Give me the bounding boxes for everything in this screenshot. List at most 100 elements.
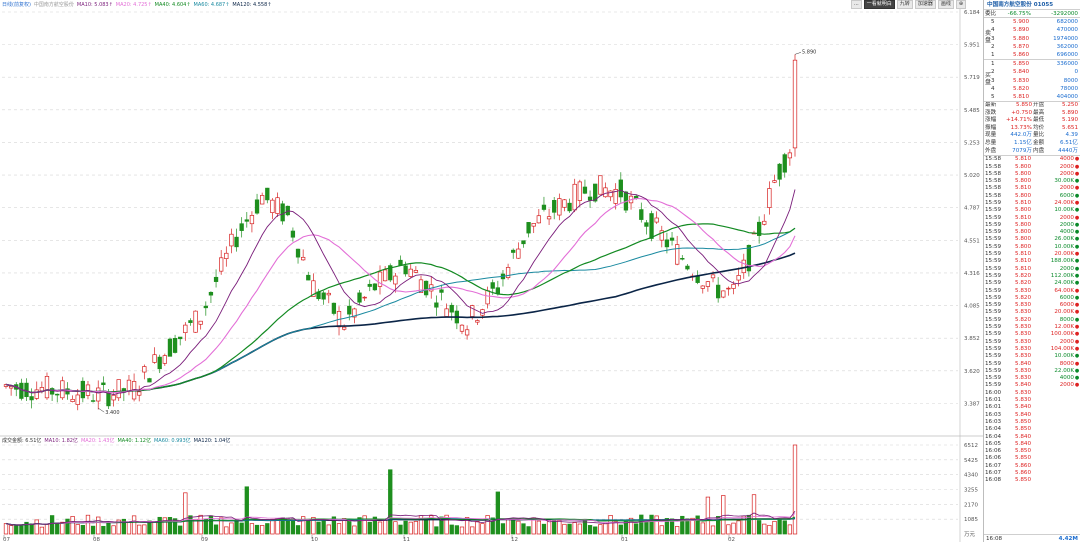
candle-body — [44, 376, 50, 399]
kline-chart-area[interactable]: 6.184 5.951 5.719 5.485 5.253 5.020 4.787 4.551… — [0, 0, 983, 542]
tick-volume: 24.00K — [1054, 200, 1074, 206]
tick-time: 15:59 — [985, 309, 1002, 316]
price-axis-label: 5.020 — [964, 173, 980, 179]
month-label: 10 — [311, 537, 318, 542]
toolbar-button[interactable]: 画线 — [937, 0, 954, 9]
candle-body — [24, 382, 29, 398]
candle-body — [531, 223, 536, 227]
sell-dot-icon: ● — [1074, 192, 1080, 199]
candle-body — [669, 237, 675, 241]
tick-volume: 24.00K — [1054, 280, 1074, 287]
volume-bar — [516, 520, 521, 535]
quote-value: 5.890 — [1061, 109, 1078, 116]
price-axis-label: 4.085 — [964, 304, 980, 310]
legend-item: MA10: 5.083↑ — [76, 2, 113, 8]
sell-dot-icon — [1074, 412, 1080, 419]
tick-price: 5.800 — [1014, 221, 1031, 228]
volume-bar — [198, 514, 203, 535]
tick-volume: 2000 — [1059, 170, 1074, 177]
book-price: 5.840 — [1012, 69, 1029, 76]
kline-chart[interactable]: 6.184 5.951 5.719 5.485 5.253 5.020 4.787 4.551… — [0, 0, 983, 542]
tick-volume: 2000 — [1059, 265, 1074, 272]
buy-dot-icon: ● — [1074, 324, 1080, 331]
volume-bar — [726, 524, 731, 535]
volume-bar — [142, 524, 147, 535]
tick-volume: 2000 — [1059, 221, 1074, 228]
quote-row: 振幅 13.73% 均价 5.651 — [984, 125, 1080, 133]
legend-item: MA60: 0.993亿 — [153, 438, 191, 444]
volume-bar — [603, 523, 608, 535]
toolbar-button[interactable]: 九转 — [896, 0, 913, 9]
tick-row: 15:59 5.830 6000 ● — [984, 302, 1080, 309]
toolbar-button[interactable]: 加速器 — [914, 0, 936, 9]
volume-bar — [613, 521, 618, 535]
toolbar-button[interactable]: ... — [851, 0, 862, 9]
tick-volume: 2000 — [1059, 185, 1074, 192]
tick-price: 5.830 — [1014, 367, 1031, 374]
volume-bar — [777, 518, 782, 535]
candle-body — [357, 292, 362, 303]
volume-bar — [649, 514, 654, 535]
candle-body — [8, 386, 14, 389]
tick-row: 16:06 5.850 — [984, 448, 1080, 455]
tick-row: 15:58 5.800 2000 ● — [984, 164, 1080, 171]
book-price: 5.820 — [1012, 85, 1029, 92]
sell-side-label: 卖盘 — [985, 30, 992, 45]
volume-bar — [787, 524, 793, 535]
volume-bar — [587, 525, 593, 535]
volume-bar — [75, 524, 80, 535]
buy-dot-icon: ● — [1074, 345, 1080, 352]
tick-price: 5.820 — [1014, 280, 1031, 287]
tick-row: 15:59 5.820 8000 ● — [984, 317, 1080, 324]
volume-bar — [213, 524, 219, 535]
buy-dot-icon: ● — [1074, 331, 1080, 338]
volume-bar — [721, 495, 726, 535]
volume-bar — [3, 523, 9, 535]
candle-body — [787, 152, 793, 159]
volume-bar — [254, 524, 260, 535]
candle-body — [116, 379, 121, 399]
tick-price: 5.800 — [1014, 163, 1031, 170]
candle-body — [295, 248, 301, 258]
tick-volume — [1031, 463, 1074, 470]
candle-body — [464, 329, 470, 336]
candle-body — [762, 220, 767, 225]
tick-time: 16:06 — [985, 448, 1002, 455]
volume-bar — [608, 515, 613, 535]
volume-bar — [55, 522, 60, 535]
tick-time: 16:04 — [985, 426, 1002, 433]
tick-list[interactable]: 15:58 5.810 4000 ● 15:58 5.800 2000 ● 15:58 5.800… — [984, 156, 1080, 484]
legend-item: MA60: 4.687↑ — [193, 2, 230, 8]
volume-bar — [475, 521, 480, 535]
candle-body — [423, 280, 429, 296]
candle-body — [137, 391, 142, 396]
toolbar-button[interactable]: 一看就明白 — [863, 0, 895, 9]
volume-bar — [131, 515, 137, 535]
quote-label: 量比 — [1033, 132, 1045, 139]
volume-bar — [193, 518, 198, 535]
book-row: 4 5.820 78000 — [984, 85, 1080, 93]
book-row: 1 5.860 696000 — [984, 51, 1080, 59]
volume-bar — [49, 515, 55, 535]
toolbar-button[interactable]: ⊕ — [955, 0, 967, 9]
volume-bar — [249, 523, 255, 535]
sell-dot-icon — [1074, 477, 1080, 484]
book-row: 3 5.830 8000 — [984, 77, 1080, 85]
panel-footer: 16:08 4.42M — [984, 534, 1080, 542]
volume-bar — [270, 518, 275, 535]
sell-dot-icon: ● — [1074, 316, 1080, 323]
tick-volume: 2000 — [1059, 163, 1074, 170]
volume-bar — [398, 524, 403, 535]
volume-bar — [152, 521, 157, 535]
quote-row: 涨幅 +14.71% 最低 5.190 — [984, 117, 1080, 125]
tick-time: 15:59 — [985, 265, 1002, 272]
candle-body — [29, 396, 34, 401]
quote-value: 442.0万 — [1010, 132, 1032, 139]
volume-bar — [505, 519, 511, 535]
price-axis-label: 3.852 — [964, 336, 980, 342]
volume-bar — [85, 514, 91, 535]
tick-price: 5.810 — [1014, 200, 1031, 206]
tick-row: 16:05 5.840 — [984, 441, 1080, 448]
quote-value: 7079万 — [1012, 147, 1032, 154]
candle-body — [511, 249, 516, 253]
